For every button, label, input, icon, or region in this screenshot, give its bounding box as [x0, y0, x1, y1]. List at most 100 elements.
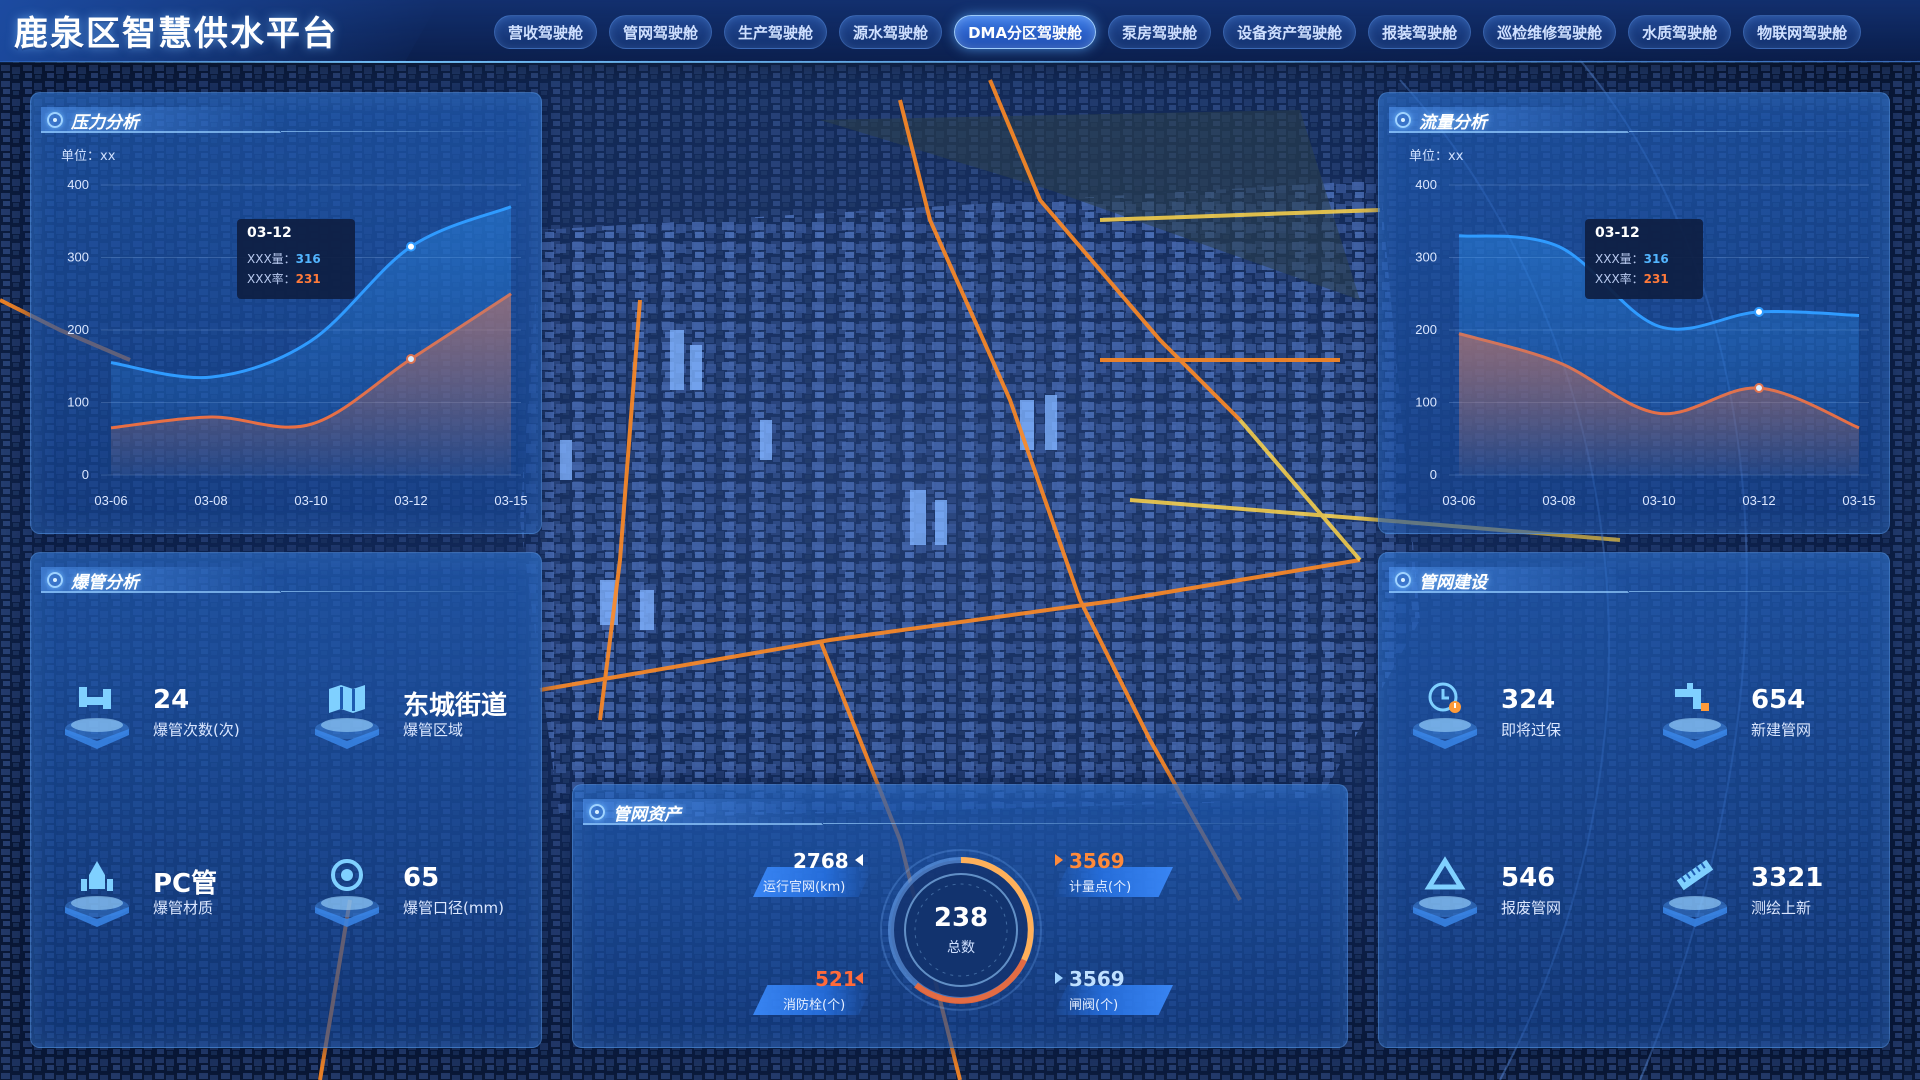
y-tick-label: 300: [1415, 250, 1437, 265]
tooltip-label-a: XXX量：: [1595, 252, 1644, 266]
stat-label: 测绘上新: [1751, 899, 1812, 917]
nav-tabs: 营收驾驶舱 管网驾驶舱 生产驾驶舱 源水驾驶舱 DMA分区驾驶舱 泵房驾驶舱 设…: [494, 15, 1862, 49]
stat-label: 新建管网: [1751, 721, 1812, 739]
tab-production[interactable]: 生产驾驶舱: [724, 15, 828, 49]
burst-panel: 爆管分析 24 爆管次数(次) 东城街道 爆管区域 PC管 爆管材质 65 爆管…: [30, 552, 542, 1048]
stat-label: 爆管区域: [403, 721, 464, 739]
tooltip-value-b: 231: [295, 272, 321, 286]
stat-value: 24: [153, 685, 190, 715]
asset-label-valve: 闸阀(个): [1069, 998, 1119, 1013]
total-label: 总数: [947, 940, 975, 956]
y-tick-label: 200: [67, 322, 89, 337]
flow-chart[interactable]: 0 100 200 300 400 03-06 03-08 03-10 03-12 03-15: [1379, 93, 1891, 535]
tab-source-water[interactable]: 源水驾驶舱: [839, 15, 943, 49]
stat-value: 654: [1751, 685, 1806, 715]
faucet-icon: [1663, 683, 1727, 749]
stat-value: 3321: [1751, 863, 1824, 893]
tooltip-value-a: 316: [295, 252, 321, 266]
panel-title: 管网资产: [613, 805, 681, 825]
tab-revenue[interactable]: 营收驾驶舱: [494, 15, 598, 49]
panel-header: 管网资产: [573, 785, 1347, 829]
top-header: 鹿泉区智慧供水平台 营收驾驶舱 管网驾驶舱 生产驾驶舱 源水驾驶舱 DMA分区驾…: [0, 0, 1920, 63]
tab-pipe-network[interactable]: 管网驾驶舱: [609, 15, 713, 49]
y-tick-label: 0: [1430, 467, 1437, 482]
asset-value-hydrant: 521: [815, 967, 857, 991]
tooltip-label-b: XXX率：: [1595, 272, 1644, 286]
clock-warning-icon: [1413, 682, 1477, 749]
stat-new-network: 654 新建管网: [1657, 675, 1897, 765]
asset-value-meter: 3569: [1069, 849, 1125, 873]
pressure-panel: 压力分析 单位：xx 0 100 200 300 400 03-06 03-08 03-10 0…: [30, 92, 542, 534]
target-dot-icon: [589, 804, 605, 820]
stat-label: 报废管网: [1501, 899, 1562, 917]
stat-scrapped: 546 报废管网: [1407, 853, 1647, 943]
x-tick-label: 03-06: [94, 493, 127, 508]
x-tick-label: 03-08: [1542, 493, 1575, 508]
x-tick-label: 03-08: [194, 493, 227, 508]
x-tick-label: 03-10: [294, 493, 327, 508]
asset-label-hydrant: 消防栓(个): [783, 998, 846, 1013]
stat-expiring: 324 即将过保: [1407, 675, 1647, 765]
pressure-chart[interactable]: 0 100 200 300 400 03-06 03-08 03-10 03-12 03-15: [31, 93, 543, 535]
highlight-point[interactable]: [1754, 306, 1764, 317]
tooltip-value-b: 231: [1643, 272, 1669, 286]
chart-tooltip: 03-12 XXX量：316 XXX率：231: [237, 219, 355, 299]
tab-iot[interactable]: 物联网驾驶舱: [1743, 15, 1862, 49]
stat-label: 爆管材质: [153, 899, 214, 917]
tab-pump-room[interactable]: 泵房驾驶舱: [1108, 15, 1212, 49]
tab-water-quality[interactable]: 水质驾驶舱: [1628, 15, 1732, 49]
stat-value: 东城街道: [403, 691, 508, 721]
total-value: 238: [933, 903, 989, 933]
flow-panel: 流量分析 单位：xx 0 100 200 300 400 03-06 03-08 03-10 0…: [1378, 92, 1890, 534]
tab-dma[interactable]: DMA分区驾驶舱: [954, 15, 1097, 49]
x-tick-label: 03-15: [494, 493, 527, 508]
material-icon: [65, 861, 129, 927]
stat-label: 爆管次数(次): [153, 721, 240, 739]
stat-label: 爆管口径(mm): [403, 899, 504, 917]
target-dot-icon: [1395, 572, 1411, 588]
asset-value-network: 2768: [793, 849, 849, 873]
asset-value-valve: 3569: [1069, 967, 1125, 991]
highlight-point[interactable]: [406, 241, 416, 252]
tooltip-value-a: 316: [1643, 252, 1669, 266]
y-tick-label: 400: [67, 177, 89, 192]
stat-burst-count: 24 爆管次数(次): [59, 675, 299, 765]
y-tick-label: 100: [1415, 395, 1437, 410]
panel-title: 爆管分析: [71, 573, 139, 593]
stat-label: 即将过保: [1501, 721, 1562, 739]
tooltip-label-a: XXX量：: [247, 252, 296, 266]
tooltip-date: 03-12: [1595, 225, 1640, 241]
tooltip-date: 03-12: [247, 225, 292, 241]
target-icon: [315, 859, 379, 927]
stat-value: 65: [403, 863, 440, 893]
map-icon: [315, 685, 379, 749]
y-tick-label: 100: [67, 395, 89, 410]
caret-right-icon: [1055, 854, 1063, 866]
chart-tooltip: 03-12 XXX量：316 XXX率：231: [1585, 219, 1703, 299]
stat-value: 324: [1501, 685, 1556, 715]
panel-header: 管网建设: [1379, 553, 1889, 597]
assets-panel: 管网资产 238 总数 2768 运行官网(km) 3569 计量点(个) 52…: [572, 784, 1348, 1048]
tab-inspection[interactable]: 巡检维修驾驶舱: [1483, 15, 1617, 49]
stat-survey: 3321 测绘上新: [1657, 853, 1897, 943]
stat-value: PC管: [153, 869, 218, 899]
app-title: 鹿泉区智慧供水平台: [14, 14, 338, 54]
stat-value: 546: [1501, 863, 1556, 893]
caret-left-icon: [855, 854, 863, 866]
recycle-icon: [1413, 856, 1477, 927]
y-tick-label: 0: [82, 467, 89, 482]
x-tick-label: 03-15: [1842, 493, 1875, 508]
ruler-icon: [1663, 859, 1727, 927]
panel-title: 管网建设: [1419, 573, 1487, 593]
panel-header: 爆管分析: [31, 553, 541, 597]
caret-right-icon: [1055, 972, 1063, 984]
x-tick-label: 03-12: [1742, 493, 1775, 508]
tooltip-label-b: XXX率：: [247, 272, 296, 286]
x-tick-label: 03-06: [1442, 493, 1475, 508]
tab-equipment-assets[interactable]: 设备资产驾驶舱: [1223, 15, 1357, 49]
tab-installation[interactable]: 报装驾驶舱: [1368, 15, 1472, 49]
asset-label-network: 运行官网(km): [763, 880, 846, 895]
stat-burst-area: 东城街道 爆管区域: [309, 675, 549, 765]
y-tick-label: 300: [67, 250, 89, 265]
asset-label-meter: 计量点(个): [1069, 880, 1132, 895]
